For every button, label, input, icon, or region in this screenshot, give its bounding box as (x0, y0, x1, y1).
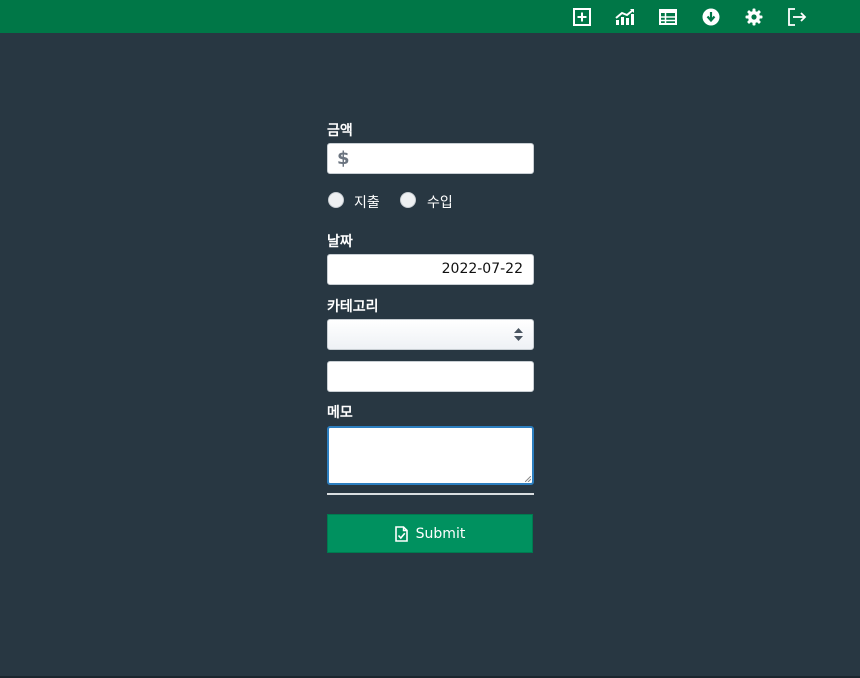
submit-button[interactable]: Submit (327, 514, 533, 553)
expense-radio[interactable] (328, 192, 344, 208)
dollar-icon: $ (337, 148, 350, 169)
income-radio-label[interactable]: 수입 (427, 192, 453, 212)
date-input[interactable]: 2022-07-22 (327, 254, 534, 285)
date-label: 날짜 (327, 234, 353, 250)
table-icon[interactable] (657, 6, 679, 28)
memo-textarea[interactable] (327, 426, 534, 485)
chart-line-icon[interactable] (614, 6, 636, 28)
category-select[interactable] (327, 319, 534, 350)
amount-label: 금액 (327, 123, 353, 139)
form-divider (327, 493, 534, 495)
income-radio[interactable] (400, 192, 416, 208)
gear-icon[interactable] (743, 6, 765, 28)
amount-input[interactable]: $ (327, 143, 534, 174)
category-label: 카테고리 (327, 299, 379, 315)
expense-radio-label[interactable]: 지출 (354, 192, 380, 212)
top-nav-bar (0, 0, 860, 33)
logout-icon[interactable] (786, 6, 808, 28)
memo-label: 메모 (327, 405, 353, 421)
submit-label: Submit (415, 525, 466, 542)
date-value: 2022-07-22 (441, 261, 523, 277)
select-arrows-icon (514, 328, 523, 341)
type-radio-group: 지출 수입 (327, 191, 534, 211)
add-square-icon[interactable] (571, 6, 593, 28)
resize-grip-icon[interactable] (525, 476, 531, 482)
category-extra-input[interactable] (327, 361, 534, 392)
file-check-icon (394, 525, 408, 542)
download-circle-icon[interactable] (700, 6, 722, 28)
